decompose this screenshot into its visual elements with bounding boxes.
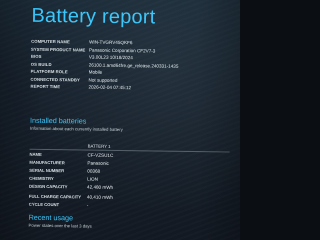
page-title: Battery report [31,4,156,29]
info-label: COMPUTER NAME [31,39,70,45]
battery-label: MANUFACTURER [29,159,65,166]
battery-value: - [86,202,89,208]
info-value: Panasonic Corporation CF2V7-3 [88,47,156,54]
battery-value: Panasonic [87,160,109,167]
header-spacer [30,145,88,146]
photo-frame: Battery report COMPUTER NAME WIN-TVGRV45… [0,0,240,240]
info-label: OS BUILD [30,61,52,67]
battery-label: NAME [29,152,42,158]
info-value: V3.00L23 10/18/2024 [88,54,133,61]
info-value: Not supported [88,77,118,83]
battery-label: SERIAL NUMBER [29,167,65,174]
info-label: BIOS [30,53,42,60]
system-info-table: COMPUTER NAME WIN-TVGRV45QKF6 SYSTEM PRO… [30,38,231,93]
battery-report-page: Battery report COMPUTER NAME WIN-TVGRV45… [0,0,240,240]
info-label: REPORT TIME [30,83,61,90]
battery-label: FULL CHARGE CAPACITY [28,194,82,200]
info-label: CONNECTED STANDBY [30,76,80,83]
installed-batteries-heading: Installed batteries [29,115,87,126]
info-label: SYSTEM PRODUCT NAME [30,46,86,53]
battery-label: CHEMISTRY [29,175,54,181]
battery-value: 40,410 mWh [86,194,114,201]
battery-row-design-capacity: DESIGN CAPACITY 42,480 mWh [29,182,229,193]
battery-label: CYCLE COUNT [28,201,60,208]
battery-value: CF-VZSU1C [87,152,114,159]
info-row-report-time: REPORT TIME 2026-02-04 07:45:12 [30,83,230,93]
battery-value: 00368 [87,168,101,174]
info-value: Mobile [88,69,103,75]
battery-table: BATTERY 1 NAME CF-VZSU1C MANUFACTURER Pa… [28,140,230,212]
battery-value: LION [87,176,98,182]
battery-column-header: BATTERY 1 [87,143,111,149]
info-value: 2026-02-04 07:45:12 [88,84,132,91]
recent-usage-subtitle: Power states over the last 3 days [28,222,92,229]
info-value: 26100.1.amd64fre.ge_release.240331-1435 [88,62,179,69]
battery-label: DESIGN CAPACITY [29,183,68,189]
info-value: WIN-TVGRV45QKF6 [89,39,133,46]
recent-usage-heading: Recent usage [28,212,74,223]
battery-row-cycle-count: CYCLE COUNT - [29,201,229,212]
info-label: PLATFORM ROLE [30,68,68,75]
installed-batteries-subtitle: Information about each currently install… [29,125,123,133]
battery-value: 42,480 mWh [87,184,114,190]
